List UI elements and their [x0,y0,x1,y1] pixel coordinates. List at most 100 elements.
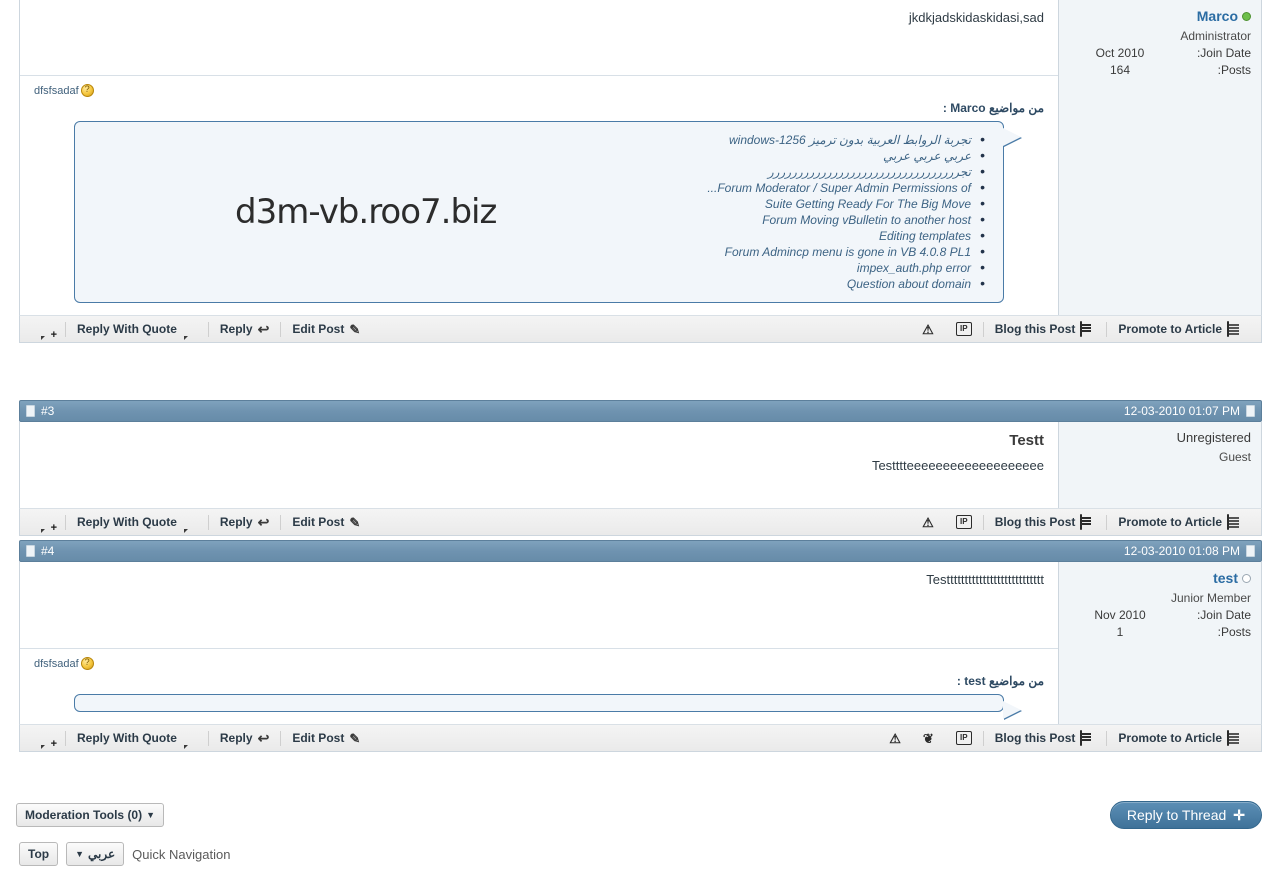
view-ip-button[interactable]: IP [945,512,983,532]
post-4-body: Testtttttttttttttttttttttttttt test Juni… [19,562,1262,648]
post-4-joindate-row: Join Date: Nov 2010 [1067,608,1251,622]
post-4-number[interactable]: #4 [41,544,54,558]
post-link-icon[interactable] [26,405,35,417]
view-ip-button[interactable]: IP [945,319,983,339]
list-item[interactable]: Question about domain [93,275,985,292]
report-post-button[interactable]: ⚠ [878,728,912,748]
list-item[interactable]: Forum Admincp menu is gone in VB 4.0.8 P… [93,243,985,260]
promote-to-article-button[interactable]: Promote to Article [1107,728,1253,748]
top-button[interactable]: Top [19,842,59,866]
post-4-username-row[interactable]: test [1067,570,1251,586]
reply-to-thread-button[interactable]: Reply to Thread ✛ [1109,801,1262,829]
promote-to-article-button[interactable]: Promote to Article [1107,319,1253,339]
coin-icon [80,84,94,97]
report-post-button[interactable]: ⚠ [911,319,945,339]
blog-this-post-button[interactable]: Blog this Post [984,728,1107,748]
reply-with-quote-button[interactable]: Reply With Quote [66,319,208,339]
post-1-body: jkdkjadskidaskidasi,sad Marco Administra… [19,0,1262,77]
list-item[interactable]: تجربة الروابط العربية بدون ترميز windows… [93,131,985,148]
post-1-main: jkdkjadskidaskidasi,sad [20,0,1059,75]
list-item[interactable]: impex_auth.php error [93,259,985,276]
blog-this-post-button[interactable]: Blog this Post [984,512,1107,532]
edit-post-button[interactable]: Edit Post ✎ [281,319,371,339]
list-item[interactable]: تجررررررررررررررررررررررررررررررررر [93,163,985,180]
moderation-tools-button[interactable]: Moderation Tools (0) ▼ [16,803,165,827]
post-permalink-icon[interactable] [1246,545,1255,557]
thanks-button[interactable]: ❦ [912,728,945,748]
post-1-message-text: jkdkjadskidaskidasi,sad [908,10,1044,25]
report-post-button[interactable]: ⚠ [911,512,945,532]
forum-select[interactable]: ▼ عربي [66,842,125,866]
post-1-signature-main: dfsfsadaf من مواضيع Marco : d3m-vb.roo7.… [20,75,1059,315]
reply-arrow-icon: ↩ [257,513,270,530]
quick-reply-button[interactable]: + [28,512,65,534]
list-item[interactable]: Suite Getting Ready For The Big Move [93,195,985,212]
post-1-username[interactable]: Marco [1197,8,1238,24]
post-3-header-right: 12-03-2010 01:07 PM [1124,404,1255,418]
post-3-header-left: #3 [26,404,54,418]
post-3-title: Testt [1009,432,1044,449]
post-4-username[interactable]: test [1213,570,1238,586]
online-status-icon [1242,11,1251,21]
quick-reply-icon: + [50,738,57,750]
post-link-icon[interactable] [26,545,35,557]
post-4-message-text: Testtttttttttttttttttttttttttt [926,572,1044,587]
post-3-number[interactable]: #3 [41,404,54,418]
post-4: #4 12-03-2010 01:08 PM Testttttttttttttt… [19,540,1262,752]
reply-with-quote-label: Reply With Quote [77,515,177,529]
reply-button[interactable]: Reply ↩ [209,512,280,532]
post-1-signature-username: dfsfsadaf [34,84,79,97]
post-4-side-filler [1059,648,1261,724]
post-4-signature-username: dfsfsadaf [34,657,79,670]
offline-status-icon [1242,573,1251,583]
view-ip-button[interactable]: IP [945,728,983,748]
pencil-icon: ✎ [349,730,361,746]
ip-icon: IP [955,731,972,745]
post-4-toolbar-right: ⚠ ❦ IP Blog this Post Promote to Article [878,728,1253,748]
post-3-content: Testt Testttteeeeeeeeeeeeeeeeeee [20,422,1058,483]
blog-this-post-button[interactable]: Blog this Post [984,319,1107,339]
plus-icon: ✛ [1233,806,1245,823]
postcount-label: Posts: [1217,625,1251,639]
post-permalink-icon[interactable] [1246,405,1255,417]
edit-post-label: Edit Post [292,515,345,529]
reply-with-quote-button[interactable]: Reply With Quote [66,512,208,532]
post-1-toolbar: + Reply With Quote Reply ↩ Edit Post ✎ ⚠ [19,315,1262,343]
list-item[interactable]: Forum Moderator / Super Admin Permission… [93,179,985,196]
moderation-tools-select[interactable]: Moderation Tools (0) ▼ [16,803,165,827]
article-icon [1227,321,1242,337]
post-3: #3 12-03-2010 01:07 PM Testt Testttteeee… [19,400,1262,536]
blog-this-post-label: Blog this Post [994,322,1076,336]
list-item[interactable]: عربي عربي عربي [93,147,985,164]
reply-label: Reply [219,322,253,336]
blog-icon [1080,321,1095,337]
warning-icon: ⚠ [889,730,901,746]
reply-button[interactable]: Reply ↩ [209,728,280,748]
reply-to-thread-label: Reply to Thread [1126,807,1227,823]
post-3-header: #3 12-03-2010 01:07 PM [19,400,1262,422]
pencil-icon: ✎ [349,321,361,337]
edit-post-button[interactable]: Edit Post ✎ [281,512,371,532]
promote-to-article-label: Promote to Article [1118,731,1222,745]
promote-to-article-button[interactable]: Promote to Article [1107,512,1253,532]
post-4-timestamp: 12-03-2010 01:08 PM [1123,544,1240,558]
reply-with-quote-button[interactable]: Reply With Quote [66,728,208,748]
list-item[interactable]: Forum Moving vBulletin to another host [93,211,985,228]
edit-post-label: Edit Post [292,731,345,745]
quote-tail-icon [1003,701,1021,719]
promote-to-article-label: Promote to Article [1118,515,1222,529]
post-4-signature-body: dfsfsadaf من مواضيع test : [19,648,1262,724]
reply-button[interactable]: Reply ↩ [209,319,280,339]
edit-post-button[interactable]: Edit Post ✎ [281,728,371,748]
quick-reply-icon: + [50,329,57,341]
edit-post-label: Edit Post [292,322,345,336]
post-1-joindate-row: Join Date: Oct 2010 [1067,46,1251,60]
list-item[interactable]: Editing templates [93,227,985,244]
reply-label: Reply [219,515,253,529]
post-4-toolbar: + Reply With Quote Reply ↩ Edit Post ✎ ⚠ [19,724,1262,752]
forum-select-label: عربي [88,847,116,861]
post-1-username-row[interactable]: Marco [1067,8,1251,24]
quick-reply-button[interactable]: + [28,728,65,750]
quick-reply-button[interactable]: + [28,319,65,341]
post-1-signature-username-row: dfsfsadaf [34,84,1044,97]
